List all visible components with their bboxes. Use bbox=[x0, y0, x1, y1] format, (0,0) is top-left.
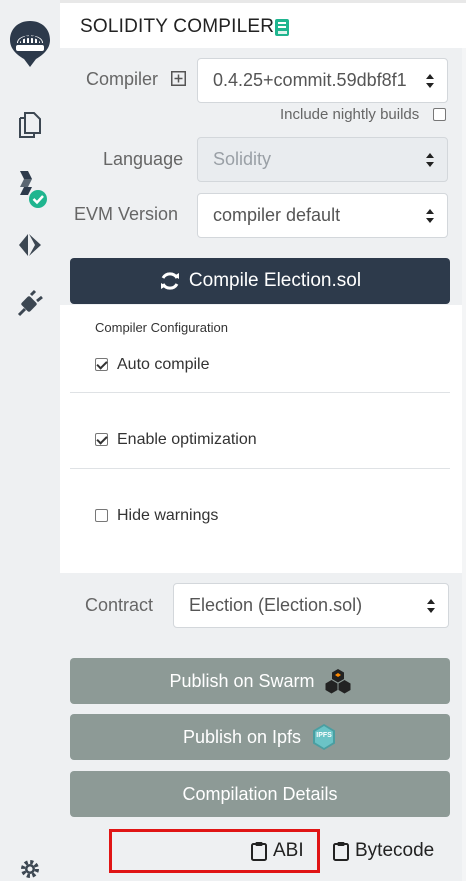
copy-bytecode-label: Bytecode bbox=[355, 840, 435, 861]
copy-bytecode-button[interactable]: Bytecode bbox=[333, 840, 434, 862]
compile-button[interactable]: Compile Election.sol bbox=[70, 258, 450, 304]
ipfs-badge-text: IPFS bbox=[316, 732, 332, 739]
publish-ipfs-button[interactable]: Publish on Ipfs IPFS bbox=[70, 714, 450, 760]
file-explorer-icon[interactable] bbox=[0, 108, 60, 142]
icon-sidebar bbox=[0, 0, 60, 881]
page-title: SOLIDITY COMPILER bbox=[80, 16, 275, 37]
evm-version-value: compiler default bbox=[213, 205, 341, 225]
compiler-version-value: 0.4.25+commit.59dbf8f1 bbox=[213, 70, 407, 90]
book-icon[interactable] bbox=[275, 19, 289, 41]
refresh-icon bbox=[159, 270, 181, 292]
language-label: Language bbox=[103, 149, 184, 169]
deploy-run-icon[interactable] bbox=[0, 228, 60, 262]
config-title: Compiler Configuration bbox=[95, 320, 228, 335]
ipfs-icon: IPFS bbox=[311, 723, 337, 751]
select-caret-icon bbox=[426, 74, 434, 88]
hide-warnings-checkbox[interactable] bbox=[95, 509, 108, 522]
swarm-icon bbox=[325, 668, 351, 694]
publish-swarm-label: Publish on Swarm bbox=[169, 670, 315, 691]
divider bbox=[70, 392, 450, 393]
contract-select[interactable]: Election (Election.sol) bbox=[173, 583, 449, 628]
plugin-manager-icon[interactable] bbox=[0, 286, 60, 322]
evm-version-select[interactable]: compiler default bbox=[197, 193, 448, 238]
select-caret-icon bbox=[426, 209, 434, 223]
clipboard-icon bbox=[333, 841, 349, 861]
publish-ipfs-label: Publish on Ipfs bbox=[182, 726, 302, 747]
copy-abi-label: ABI bbox=[273, 840, 304, 861]
divider bbox=[70, 468, 450, 469]
nightly-builds-label: Include nightly builds bbox=[280, 106, 420, 123]
remix-logo-icon[interactable] bbox=[0, 18, 60, 70]
scroll-edge bbox=[462, 48, 466, 881]
compiler-version-select[interactable]: 0.4.25+commit.59dbf8f1 bbox=[197, 58, 448, 103]
enable-optimization-label: Enable optimization bbox=[117, 431, 257, 448]
copy-abi-button[interactable]: ABI bbox=[251, 840, 304, 862]
language-value: Solidity bbox=[213, 149, 272, 169]
remix-ide-window: SOLIDITY COMPILER Compiler 0.4.25+commit… bbox=[0, 0, 466, 881]
enable-optimization-checkbox[interactable] bbox=[95, 433, 108, 446]
contract-label: Contract bbox=[85, 595, 154, 615]
select-caret-icon bbox=[427, 599, 435, 613]
language-select[interactable]: Solidity bbox=[197, 137, 448, 182]
evm-version-label: EVM Version bbox=[74, 204, 179, 224]
auto-compile-label: Auto compile bbox=[117, 356, 210, 373]
clipboard-icon bbox=[251, 841, 267, 861]
compiler-label: Compiler bbox=[86, 69, 159, 89]
solidity-compiler-icon[interactable] bbox=[0, 166, 60, 210]
nightly-builds-checkbox[interactable] bbox=[433, 108, 446, 121]
compiler-configuration: Compiler Configuration Auto compile Enab… bbox=[60, 305, 462, 573]
auto-compile-checkbox[interactable] bbox=[95, 358, 108, 371]
plus-square-icon[interactable] bbox=[171, 71, 186, 91]
compilation-details-label: Compilation Details bbox=[182, 783, 338, 804]
hide-warnings-label: Hide warnings bbox=[117, 507, 219, 524]
publish-swarm-button[interactable]: Publish on Swarm bbox=[70, 658, 450, 704]
compile-button-label: Compile Election.sol bbox=[188, 270, 362, 291]
compilation-details-button[interactable]: Compilation Details bbox=[70, 771, 450, 817]
settings-icon[interactable] bbox=[0, 856, 60, 881]
contract-value: Election (Election.sol) bbox=[189, 595, 363, 615]
select-caret-icon bbox=[426, 153, 434, 167]
panel-header: SOLIDITY COMPILER bbox=[60, 3, 466, 48]
